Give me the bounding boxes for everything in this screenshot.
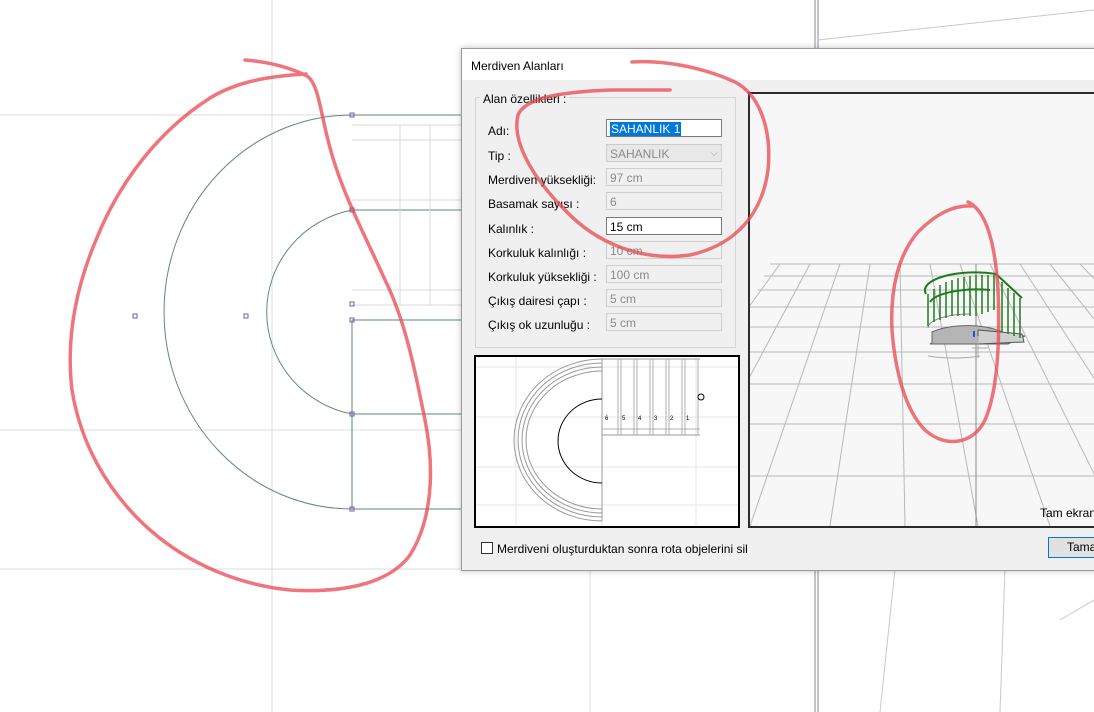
exit-arrow-length-field[interactable]: 5 cm — [606, 313, 722, 331]
railing-thickness-label: Korkuluk kalınlığı : — [488, 246, 587, 260]
fullscreen-button[interactable]: Tam ekran — [1040, 506, 1094, 520]
type-label: Tip : — [488, 149, 511, 163]
name-input[interactable]: SAHANLIK 1 — [606, 119, 722, 137]
thickness-label: Kalınlık : — [488, 222, 535, 236]
plan-preview[interactable]: 6 5 4 3 2 1 — [474, 355, 740, 528]
type-select-value: SAHANLIK — [610, 147, 670, 161]
chevron-down-icon: ⌵ — [710, 148, 718, 159]
thickness-input[interactable]: 15 cm — [606, 217, 722, 235]
railing-thickness-field[interactable]: 10 cm — [606, 241, 722, 259]
step-count-field[interactable]: 6 — [606, 192, 722, 210]
step-count-label: Basamak sayısı : — [488, 197, 580, 211]
railing-height-field[interactable]: 100 cm — [606, 265, 722, 283]
exit-circle-diameter-label: Çıkış dairesi çapı : — [488, 294, 587, 308]
name-input-value: SAHANLIK 1 — [610, 122, 682, 136]
stair-areas-dialog: Merdiven Alanları Alan özellikleri : Adı… — [461, 48, 1094, 571]
area-properties-label: Alan özellikleri : — [480, 92, 570, 106]
dialog-title: Merdiven Alanları — [471, 59, 564, 73]
plan-preview-drawing: 6 5 4 3 2 1 — [476, 357, 738, 526]
name-label: Adı: — [488, 124, 510, 138]
3d-preview[interactable]: Tam ekran — [748, 92, 1094, 528]
dialog-titlebar[interactable]: Merdiven Alanları — [462, 49, 1094, 80]
delete-route-objects-label[interactable]: Merdiveni oluşturduktan sonra rota objel… — [497, 542, 748, 556]
exit-arrow-length-label: Çıkış ok uzunluğu : — [488, 318, 591, 332]
ok-button[interactable]: Tamam — [1048, 537, 1094, 558]
delete-route-objects-checkbox[interactable] — [481, 542, 493, 554]
type-select[interactable]: SAHANLIK ⌵ — [606, 144, 722, 162]
railing-height-label: Korkuluk yüksekliği : — [488, 270, 597, 284]
stair-height-field[interactable]: 97 cm — [606, 168, 722, 186]
3d-preview-drawing — [750, 263, 1094, 526]
exit-circle-diameter-field[interactable]: 5 cm — [606, 289, 722, 307]
stair-height-label: Merdiven yüksekliği: — [488, 173, 597, 187]
